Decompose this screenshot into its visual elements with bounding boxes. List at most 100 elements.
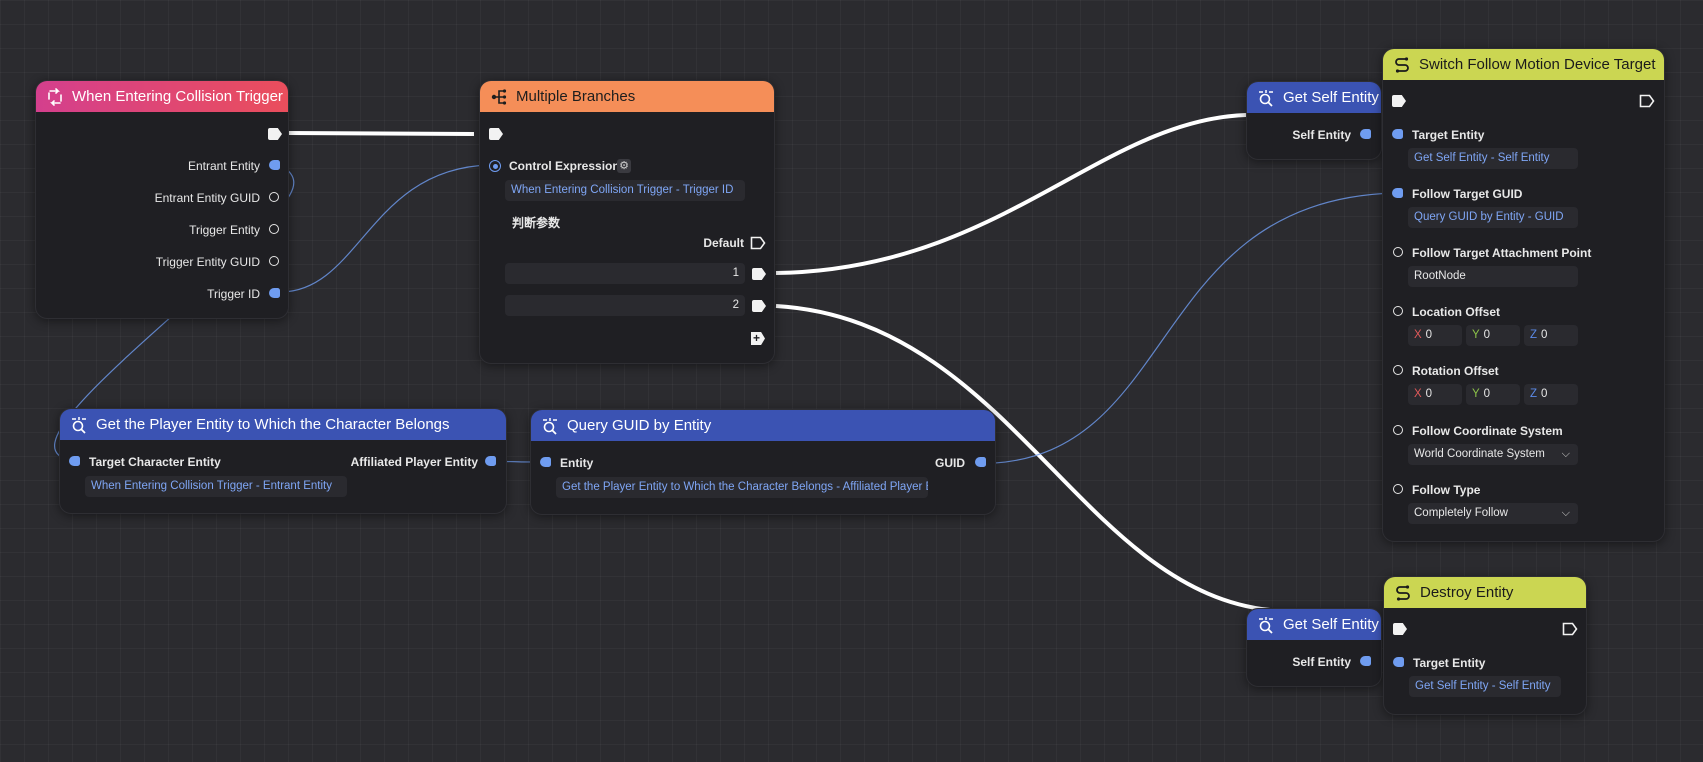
exec-in-pin[interactable]	[1393, 623, 1407, 635]
entity-input-field[interactable]: Get the Player Entity to Which the Chara…	[556, 477, 928, 498]
node-header[interactable]: Destroy Entity	[1384, 577, 1586, 608]
query-icon	[541, 417, 559, 435]
coordinate-system-pin[interactable]	[1393, 425, 1403, 435]
node-multiple-branches[interactable]: Multiple Branches Control Expression ⚙ W…	[479, 80, 775, 364]
data-wire-triggerid-to-control	[281, 164, 491, 293]
attachment-point-field[interactable]: RootNode	[1408, 266, 1578, 287]
self-entity-output-pin[interactable]	[1360, 129, 1371, 139]
node-graph-canvas[interactable]: When Entering Collision Trigger Entrant …	[0, 0, 1703, 762]
target-entity-label: Target Entity	[1412, 128, 1485, 142]
output-label: Trigger ID	[207, 287, 260, 301]
guid-output-pin[interactable]	[975, 457, 986, 467]
exec-in-pin[interactable]	[1392, 95, 1406, 107]
node-header[interactable]: Get Self Entity	[1247, 82, 1381, 113]
affiliated-player-entity-pin[interactable]	[485, 456, 496, 466]
branch-1-exec-out-pin[interactable]	[752, 268, 766, 280]
z-axis-label: Z	[1530, 329, 1538, 341]
target-character-entity-field[interactable]: When Entering Collision Trigger - Entran…	[85, 476, 347, 497]
trigger-id-pin[interactable]	[269, 288, 280, 298]
node-when-entering-collision-trigger[interactable]: When Entering Collision Trigger Entrant …	[35, 80, 289, 319]
x-axis-label: X	[1414, 329, 1422, 341]
follow-target-guid-field[interactable]: Query GUID by Entity - GUID	[1408, 207, 1578, 228]
control-expression-pin[interactable]	[489, 160, 501, 172]
output-label: Self Entity	[1292, 655, 1351, 669]
node-title: Destroy Entity	[1420, 584, 1514, 601]
target-entity-pin[interactable]	[1392, 129, 1403, 139]
control-expression-label: Control Expression	[509, 159, 620, 173]
node-title: Get Self Entity	[1283, 89, 1379, 106]
node-title: Query GUID by Entity	[567, 417, 712, 434]
target-entity-pin[interactable]	[1393, 657, 1404, 667]
node-header[interactable]: Get the Player Entity to Which the Chara…	[60, 409, 506, 440]
rotation-y-field[interactable]: Y0	[1466, 384, 1520, 405]
node-header[interactable]: Switch Follow Motion Device Target	[1383, 49, 1664, 80]
judgement-param-label: 判断参数	[512, 216, 561, 230]
branch-icon	[490, 88, 508, 106]
node-title: Get Self Entity	[1283, 616, 1379, 633]
node-get-self-entity-2[interactable]: Get Self Entity Self Entity	[1246, 608, 1382, 687]
output-label: Entrant Entity	[187, 159, 260, 173]
location-z-field[interactable]: Z0	[1524, 325, 1578, 346]
query-icon	[70, 416, 88, 434]
target-entity-field[interactable]: Get Self Entity - Self Entity	[1408, 148, 1578, 169]
query-icon	[1257, 616, 1275, 634]
output-label: Self Entity	[1292, 128, 1351, 142]
rotation-y-value: 0	[1483, 388, 1491, 400]
node-get-self-entity-1[interactable]: Get Self Entity Self Entity	[1246, 81, 1382, 160]
node-get-player-entity[interactable]: Get the Player Entity to Which the Chara…	[59, 408, 507, 514]
rotation-z-field[interactable]: Z0	[1524, 384, 1578, 405]
location-x-field[interactable]: X0	[1408, 325, 1462, 346]
exec-in-pin[interactable]	[489, 128, 503, 140]
data-wire-guid-to-follow	[994, 192, 1396, 464]
default-exec-out-pin[interactable]	[750, 236, 766, 250]
entrant-guid-pin[interactable]	[269, 192, 279, 202]
entity-input-pin[interactable]	[540, 457, 551, 467]
location-offset-pin[interactable]	[1393, 306, 1403, 316]
input-label: Entity	[560, 456, 594, 470]
rotation-x-field[interactable]: X0	[1408, 384, 1462, 405]
node-query-guid-by-entity[interactable]: Query GUID by Entity Entity GUID Get the…	[530, 409, 996, 515]
exec-out-pin[interactable]	[268, 128, 282, 140]
node-header[interactable]: When Entering Collision Trigger	[36, 81, 288, 112]
node-switch-follow-motion-device-target[interactable]: Switch Follow Motion Device Target Targe…	[1382, 48, 1665, 542]
gear-icon[interactable]: ⚙	[617, 159, 631, 173]
add-branch-button[interactable]: +	[751, 332, 765, 345]
default-label: Default	[703, 236, 744, 250]
node-header[interactable]: Query GUID by Entity	[531, 410, 995, 441]
follow-target-guid-label: Follow Target GUID	[1412, 187, 1523, 201]
exec-out-pin[interactable]	[1639, 94, 1655, 108]
location-y-field[interactable]: Y0	[1466, 325, 1520, 346]
trigger-guid-pin[interactable]	[269, 256, 279, 266]
follow-type-value: Completely Follow	[1414, 507, 1508, 519]
trigger-entity-pin[interactable]	[269, 224, 279, 234]
location-offset-label: Location Offset	[1412, 305, 1501, 319]
node-title: When Entering Collision Trigger	[72, 88, 283, 105]
attachment-point-pin[interactable]	[1393, 247, 1403, 257]
coordinate-system-select[interactable]: World Coordinate System ⌵	[1408, 444, 1578, 465]
output-label: Affiliated Player Entity	[350, 455, 478, 469]
self-entity-output-pin[interactable]	[1360, 656, 1371, 666]
target-character-entity-pin[interactable]	[69, 456, 80, 466]
control-expression-field[interactable]: When Entering Collision Trigger - Trigge…	[505, 180, 745, 201]
target-entity-field[interactable]: Get Self Entity - Self Entity	[1409, 676, 1561, 697]
rotation-offset-pin[interactable]	[1393, 365, 1403, 375]
branch-value-2-field[interactable]: 2	[505, 295, 745, 316]
node-header[interactable]: Multiple Branches	[480, 81, 774, 112]
follow-target-guid-pin[interactable]	[1392, 188, 1403, 198]
action-s-icon	[1394, 584, 1412, 602]
follow-type-pin[interactable]	[1393, 484, 1403, 494]
node-title: Get the Player Entity to Which the Chara…	[96, 416, 450, 433]
y-axis-label: Y	[1472, 329, 1480, 341]
node-destroy-entity[interactable]: Destroy Entity Target Entity Get Self En…	[1383, 576, 1587, 715]
exec-out-pin[interactable]	[1562, 622, 1578, 636]
branch-2-exec-out-pin[interactable]	[752, 300, 766, 312]
location-y-value: 0	[1483, 329, 1491, 341]
branch-value-1-field[interactable]: 1	[505, 263, 745, 284]
follow-type-select[interactable]: Completely Follow ⌵	[1408, 503, 1578, 524]
node-header[interactable]: Get Self Entity	[1247, 609, 1381, 640]
z-axis-label: Z	[1530, 388, 1538, 400]
location-x-value: 0	[1425, 329, 1433, 341]
entrant-entity-pin[interactable]	[269, 160, 280, 170]
rotation-z-value: 0	[1541, 388, 1548, 400]
output-label: Entrant Entity GUID	[154, 191, 260, 205]
